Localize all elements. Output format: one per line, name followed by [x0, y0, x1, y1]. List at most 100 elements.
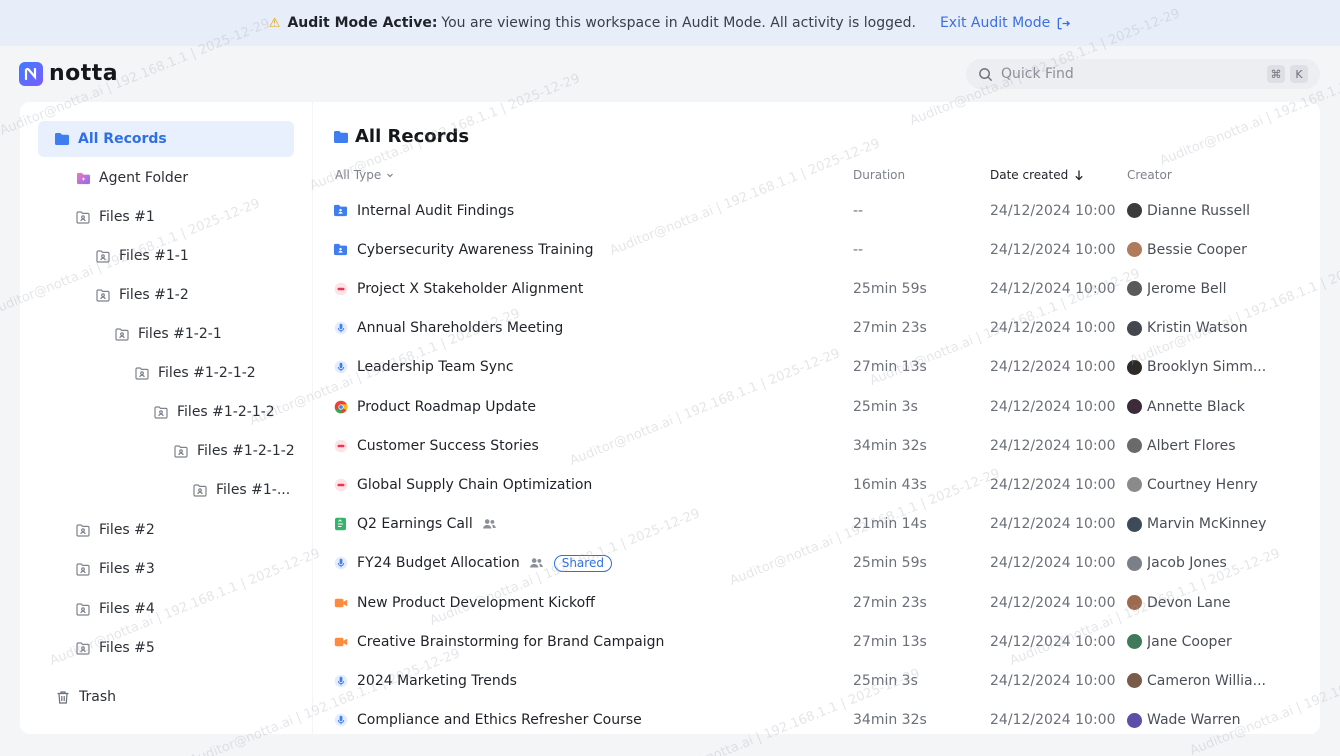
meeting-icon — [333, 281, 348, 296]
record-row[interactable]: Creative Brainstorming for Brand Campaig… — [313, 622, 1320, 661]
meeting-icon — [333, 438, 348, 453]
microphone-icon — [333, 673, 348, 688]
shared-folder-icon — [114, 326, 130, 342]
sidebar-item-label: Files #1-2 — [119, 287, 189, 303]
record-name: Global Supply Chain Optimization — [357, 476, 593, 493]
record-name-cell[interactable]: Project X Stakeholder Alignment — [333, 269, 583, 308]
date-created-column-header[interactable]: Date created — [990, 168, 1085, 182]
sidebar-item-files-4[interactable]: Files #4 — [75, 591, 155, 627]
creator-name: Jane Cooper — [1147, 633, 1232, 650]
record-date: 24/12/2024 10:00 — [990, 594, 1116, 611]
record-name: Project X Stakeholder Alignment — [357, 280, 584, 297]
record-date: 24/12/2024 10:00 — [990, 476, 1116, 493]
sidebar-item-label: Files #1-1 — [119, 248, 189, 264]
record-row[interactable]: Cybersecurity Awareness Training -- 24/12/… — [313, 230, 1320, 269]
shared-badge: Shared — [553, 554, 612, 572]
record-creator: Bessie Cooper — [1127, 230, 1267, 269]
record-name-cell[interactable]: Global Supply Chain Optimization — [333, 465, 592, 504]
duration-column-header[interactable]: Duration — [853, 168, 905, 182]
record-creator: Albert Flores — [1127, 426, 1267, 465]
record-name-cell[interactable]: Creative Brainstorming for Brand Campaig… — [333, 622, 664, 661]
record-row[interactable]: 2024 Marketing Trends 25min 3s 24/12/2024 … — [313, 661, 1320, 700]
sidebar-item-agent-folder[interactable]: Agent Folder — [75, 160, 188, 196]
creator-name: Brooklyn Simm... — [1147, 359, 1267, 376]
record-duration: 25min 59s — [853, 280, 927, 297]
record-name-cell[interactable]: 2024 Marketing Trends — [333, 661, 517, 700]
record-row[interactable]: Q2 Earnings Call 21min 14s 24/12/2024 10:0… — [313, 505, 1320, 544]
sidebar-item-files-1[interactable]: Files #1 — [75, 199, 155, 235]
record-duration: -- — [853, 241, 864, 258]
sidebar-item-files-2[interactable]: Files #2 — [75, 512, 155, 548]
record-name: FY24 Budget Allocation — [357, 555, 520, 572]
record-row[interactable]: Annual Shareholders Meeting 27min 23s 24/1… — [313, 309, 1320, 348]
record-name: Customer Success Stories — [357, 437, 539, 454]
record-row[interactable]: Customer Success Stories 34min 32s 24/12/2… — [313, 426, 1320, 465]
type-filter-dropdown[interactable]: All Type — [335, 168, 395, 182]
record-name-cell[interactable]: Product Roadmap Update — [333, 387, 536, 426]
sidebar-item-label: Files #1-2-1-2 — [158, 365, 256, 381]
sidebar-item-files-1-2-1-2[interactable]: Files #1-2-1-2 — [173, 433, 295, 469]
record-row[interactable]: Project X Stakeholder Alignment 25min 59s… — [313, 269, 1320, 308]
date-header-label: Date created — [990, 168, 1069, 182]
notta-logo[interactable]: notta — [19, 61, 118, 86]
shared-folder-icon — [75, 640, 91, 656]
record-row[interactable]: New Product Development Kickoff 27min 23s… — [313, 583, 1320, 622]
record-row[interactable]: FY24 Budget Allocation Shared 25min 59s 24/… — [313, 544, 1320, 583]
creator-name: Wade Warren — [1147, 712, 1241, 729]
sidebar-item-trash[interactable]: Trash — [55, 679, 116, 715]
record-name-cell[interactable]: Customer Success Stories — [333, 426, 539, 465]
sidebar-item-files-1-2-1-2[interactable]: Files #1-2-1-2 — [134, 355, 256, 391]
record-name: 2024 Marketing Trends — [357, 672, 517, 689]
record-name-cell[interactable]: Internal Audit Findings — [333, 191, 514, 230]
warning-icon: ⚠ — [268, 15, 281, 31]
record-duration: 27min 13s — [853, 359, 927, 376]
shared-folder-icon — [95, 248, 111, 264]
record-name: Compliance and Ethics Refresher Course — [357, 712, 642, 729]
creator-name: Jerome Bell — [1147, 280, 1227, 297]
creator-column-header[interactable]: Creator — [1127, 168, 1172, 182]
folder-icon — [54, 131, 70, 147]
record-creator: Wade Warren — [1127, 701, 1267, 734]
record-name-cell[interactable]: Compliance and Ethics Refresher Course — [333, 701, 642, 734]
sidebar-item-files-1-2[interactable]: Files #1-2 — [95, 277, 189, 313]
exit-audit-mode-button[interactable]: Exit Audit Mode — [940, 15, 1071, 31]
record-date: 24/12/2024 10:00 — [990, 359, 1116, 376]
avatar — [1127, 673, 1142, 689]
avatar — [1127, 516, 1142, 532]
sidebar-item-files-5[interactable]: Files #5 — [75, 630, 155, 666]
record-row[interactable]: Product Roadmap Update 25min 3s 24/12/2024… — [313, 387, 1320, 426]
sidebar-item-files-3[interactable]: Files #3 — [75, 551, 155, 587]
quick-find-search[interactable]: Quick Find ⌘ K — [966, 59, 1320, 89]
record-name-cell[interactable]: Q2 Earnings Call — [333, 505, 497, 544]
record-name-cell[interactable]: Cybersecurity Awareness Training — [333, 230, 594, 269]
page-title: All Records — [333, 126, 469, 147]
folder-icon — [333, 130, 349, 144]
record-row[interactable]: Global Supply Chain Optimization 16min 43… — [313, 465, 1320, 504]
sidebar-item-files-1-1[interactable]: Files #1-1 — [95, 238, 189, 274]
record-creator: Jerome Bell — [1127, 269, 1267, 308]
sidebar-item-files-1-2-1[interactable]: Files #1-2-1 — [114, 316, 222, 352]
record-name-cell[interactable]: New Product Development Kickoff — [333, 583, 595, 622]
record-creator: Cameron Willia... — [1127, 661, 1267, 700]
record-date: 24/12/2024 10:00 — [990, 712, 1116, 729]
record-name-cell[interactable]: Annual Shareholders Meeting — [333, 309, 563, 348]
record-name-cell[interactable]: FY24 Budget Allocation Shared — [333, 544, 612, 583]
records-panel: All Records All Type Duration Date creat… — [313, 102, 1320, 734]
record-duration: -- — [853, 202, 864, 219]
record-row[interactable]: Leadership Team Sync 27min 13s 24/12/2024 … — [313, 348, 1320, 387]
record-row[interactable]: Internal Audit Findings -- 24/12/2024 10:0… — [313, 191, 1320, 230]
sidebar-item-label: Files #1-2-1-2 — [197, 443, 295, 459]
sidebar-item-label: Files #1-2-1 — [138, 326, 222, 342]
shared-folder-icon — [192, 482, 208, 498]
sidebar-item-files-1-truncated[interactable]: Files #1-... — [192, 472, 290, 508]
creator-name: Kristin Watson — [1147, 320, 1248, 337]
record-row[interactable]: Compliance and Ethics Refresher Course 34… — [313, 701, 1320, 734]
avatar — [1127, 438, 1142, 454]
record-name: Annual Shareholders Meeting — [357, 320, 564, 337]
record-duration: 27min 13s — [853, 633, 927, 650]
record-duration: 25min 3s — [853, 672, 918, 689]
sidebar-item-all-records[interactable]: All Records — [38, 121, 294, 157]
shared-folder-icon — [75, 601, 91, 617]
sidebar-item-files-1-2-1-2[interactable]: Files #1-2-1-2 — [153, 394, 275, 430]
record-name-cell[interactable]: Leadership Team Sync — [333, 348, 514, 387]
